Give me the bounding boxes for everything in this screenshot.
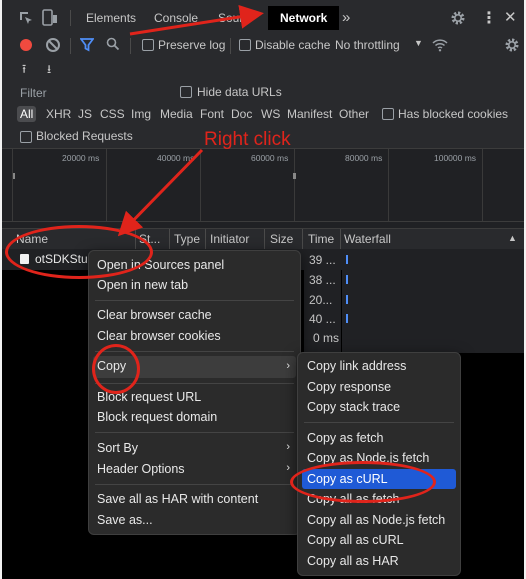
annotation-arrow-request xyxy=(117,148,204,237)
devtools-window: Elements Console Sour Network » ⋮ ✕ Pres… xyxy=(2,0,524,579)
annotation-arrows xyxy=(117,4,264,237)
annotation-arrow-network xyxy=(129,4,264,36)
